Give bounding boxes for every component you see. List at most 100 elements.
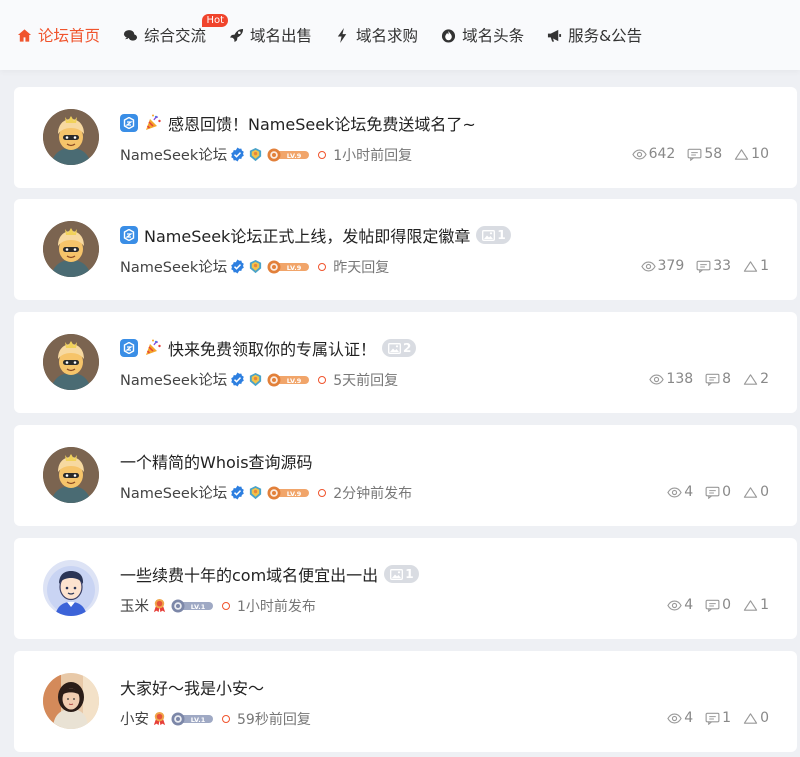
image-icon xyxy=(390,568,405,580)
separator-dot-icon xyxy=(318,150,327,159)
eye-icon xyxy=(667,599,684,612)
nav-label: 论坛首页 xyxy=(38,27,101,45)
comment-count-stat: 8 xyxy=(705,371,731,387)
post-stats: 138 8 2 xyxy=(637,371,769,387)
comment-count: 8 xyxy=(722,371,732,387)
image-icon xyxy=(388,342,403,354)
nav-item-domain-wanted[interactable]: 域名求购 xyxy=(334,24,418,46)
post-title-row[interactable]: 一些续费十年的com域名便宜出一出 1 xyxy=(120,562,419,586)
home-icon xyxy=(16,27,33,44)
nav-item-services[interactable]: 服务&公告 xyxy=(546,24,642,46)
like-count: 10 xyxy=(751,146,769,162)
comment-count: 1 xyxy=(722,710,732,726)
avatar[interactable] xyxy=(43,109,99,165)
svg-text:LV.9: LV.9 xyxy=(287,152,302,160)
svg-text:LV.1: LV.1 xyxy=(191,716,206,724)
post-meta: 玉米 LV.1 1小时前发布 xyxy=(120,595,316,616)
post-stats: 379 33 1 xyxy=(629,258,769,274)
post-title-row[interactable]: NameSeek论坛正式上线，发帖即得限定徽章 1 xyxy=(120,223,511,247)
pinned-icon xyxy=(120,339,138,357)
post-stats: 642 58 10 xyxy=(620,146,769,162)
like-icon xyxy=(743,260,760,273)
medal-icon xyxy=(248,485,263,500)
post-card[interactable]: 一个精简的Whois查询源码 NameSeek论坛 LV.9 2分钟前发布 4 0 0 xyxy=(14,425,797,526)
nav-label: 域名出售 xyxy=(250,27,313,45)
like-icon xyxy=(743,486,760,499)
separator-dot-icon xyxy=(318,262,327,271)
medal-icon xyxy=(152,711,167,726)
pinned-icon xyxy=(120,226,138,244)
hot-badge: Hot xyxy=(202,14,229,27)
author-name[interactable]: NameSeek论坛 xyxy=(120,482,227,503)
comment-count-stat: 0 xyxy=(705,597,731,613)
like-icon xyxy=(743,373,760,386)
verified-icon xyxy=(230,147,245,162)
comment-icon xyxy=(705,373,722,386)
eye-icon xyxy=(649,373,666,386)
separator-dot-icon xyxy=(318,375,327,384)
author-name[interactable]: NameSeek论坛 xyxy=(120,256,227,277)
avatar[interactable] xyxy=(43,447,99,503)
post-title[interactable]: 一些续费十年的com域名便宜出一出 xyxy=(120,562,378,586)
post-title-row[interactable]: 感恩回馈！NameSeek论坛免费送域名了~ xyxy=(120,111,476,135)
view-count: 379 xyxy=(657,258,685,274)
post-stats: 4 0 1 xyxy=(655,597,769,613)
avatar[interactable] xyxy=(43,334,99,390)
post-title-row[interactable]: 一个精简的Whois查询源码 xyxy=(120,449,313,473)
post-card[interactable]: NameSeek论坛正式上线，发帖即得限定徽章 1 NameSeek论坛 LV.9 昨天… xyxy=(14,199,797,300)
level-badge: LV.9 xyxy=(266,373,310,387)
post-title[interactable]: 一个精简的Whois查询源码 xyxy=(120,449,313,473)
medal-icon xyxy=(248,147,263,162)
view-count-stat: 138 xyxy=(649,371,693,387)
view-count-stat: 4 xyxy=(667,710,693,726)
post-title-row[interactable]: 大家好～我是小安～ xyxy=(120,675,264,699)
like-icon xyxy=(743,599,760,612)
avatar[interactable] xyxy=(43,673,99,729)
verified-icon xyxy=(230,372,245,387)
author-name[interactable]: 小安 xyxy=(120,708,149,729)
top-navigation: 论坛首页 综合交流 Hot 域名出售 域名求购 域名头条 服务&公告 xyxy=(0,0,800,70)
author-name[interactable]: NameSeek论坛 xyxy=(120,144,227,165)
nav-item-domain-news[interactable]: 域名头条 xyxy=(440,24,524,46)
view-count-stat: 4 xyxy=(667,484,693,500)
post-title[interactable]: 感恩回馈！NameSeek论坛免费送域名了~ xyxy=(168,111,476,135)
author-name[interactable]: 玉米 xyxy=(120,595,149,616)
comment-count: 0 xyxy=(722,484,732,500)
medal-icon xyxy=(248,372,263,387)
comment-count-stat: 1 xyxy=(705,710,731,726)
post-title[interactable]: 快来免费领取你的专属认证！ xyxy=(168,336,376,360)
nav-item-domain-sale[interactable]: 域名出售 xyxy=(228,24,312,46)
nav-item-general[interactable]: 综合交流 Hot xyxy=(122,14,229,46)
like-count: 0 xyxy=(760,710,769,726)
view-count: 642 xyxy=(648,146,676,162)
post-card[interactable]: 一些续费十年的com域名便宜出一出 1 玉米 LV.1 1小时前发布 4 0 1 xyxy=(14,538,797,639)
svg-text:LV.9: LV.9 xyxy=(287,264,302,272)
comment-count: 0 xyxy=(722,597,732,613)
image-count: 2 xyxy=(403,341,412,355)
view-count: 138 xyxy=(666,371,694,387)
party-popper-icon xyxy=(144,114,162,132)
author-name[interactable]: NameSeek论坛 xyxy=(120,369,227,390)
level-badge: LV.9 xyxy=(266,486,310,500)
view-count: 4 xyxy=(684,484,694,500)
post-card[interactable]: 感恩回馈！NameSeek论坛免费送域名了~ NameSeek论坛 LV.9 1小时前… xyxy=(14,87,797,188)
like-count-stat: 0 xyxy=(743,710,769,726)
post-title[interactable]: NameSeek论坛正式上线，发帖即得限定徽章 xyxy=(144,223,470,247)
image-icon xyxy=(482,229,497,241)
comment-count-stat: 33 xyxy=(696,258,731,274)
post-title-row[interactable]: 快来免费领取你的专属认证！ 2 xyxy=(120,336,417,360)
post-card[interactable]: 快来免费领取你的专属认证！ 2 NameSeek论坛 LV.9 5天前回复 138 8 2 xyxy=(14,312,797,413)
verified-icon xyxy=(230,485,245,500)
post-time: 1小时前发布 xyxy=(237,598,316,615)
comment-icon xyxy=(705,599,722,612)
fire-icon xyxy=(440,27,457,44)
image-count-badge: 1 xyxy=(384,565,419,583)
post-title[interactable]: 大家好～我是小安～ xyxy=(120,675,264,699)
nav-item-forum-home[interactable]: 论坛首页 xyxy=(16,24,100,46)
post-card[interactable]: 大家好～我是小安～ 小安 LV.1 59秒前回复 4 1 0 xyxy=(14,651,797,752)
avatar[interactable] xyxy=(43,560,99,616)
comment-count: 58 xyxy=(704,146,723,162)
avatar[interactable] xyxy=(43,221,99,277)
medal-icon xyxy=(248,259,263,274)
eye-icon xyxy=(667,486,684,499)
